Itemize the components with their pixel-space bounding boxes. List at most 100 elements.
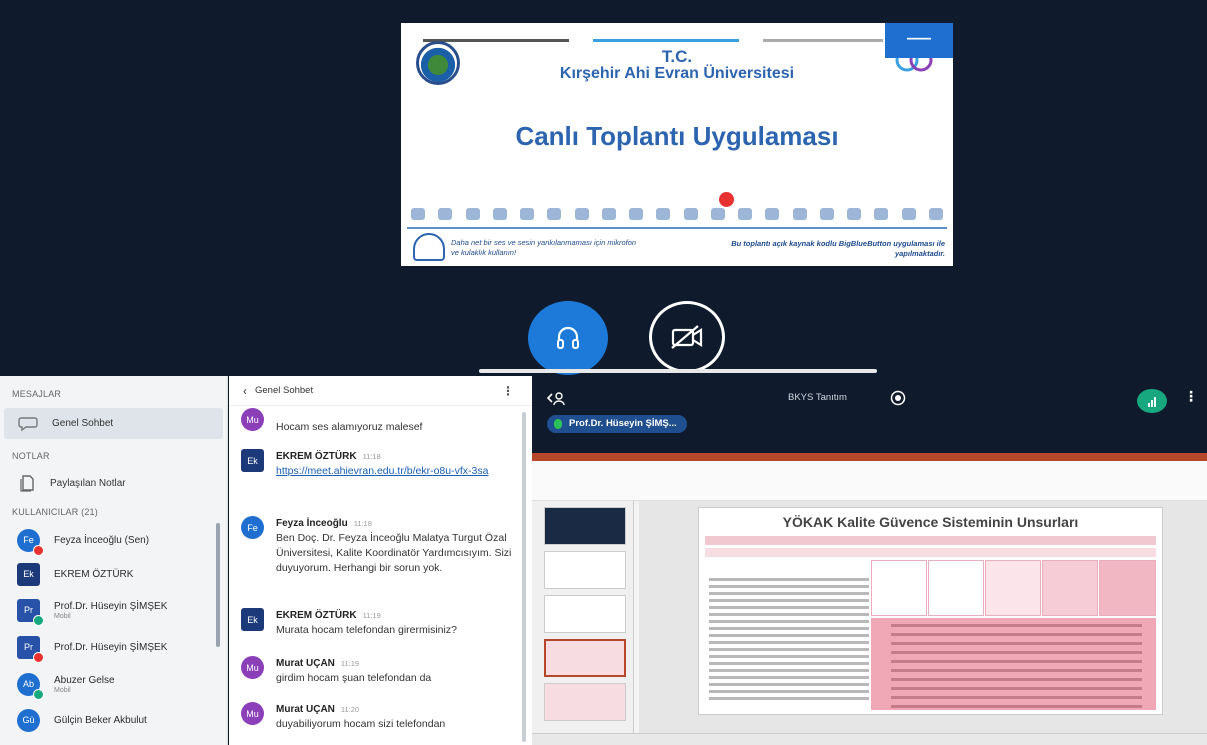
mic-muted-badge-icon [33, 544, 44, 556]
chat-scrollbar[interactable] [522, 412, 526, 742]
camera-off-icon [671, 325, 703, 349]
camera-off-button[interactable] [649, 301, 725, 373]
slide-topbar-mid [593, 39, 739, 42]
slide-deco-icon [520, 208, 534, 220]
ppt-col [1099, 560, 1156, 616]
signal-icon [1148, 397, 1156, 407]
message-time: 11:20 [340, 705, 360, 714]
user-list-sidebar: MESAJLAR Genel Sohbet NOTLAR Paylaşılan … [0, 376, 228, 745]
slide-deco-icon [683, 208, 698, 220]
stage-resize-handle[interactable] [479, 369, 877, 373]
slide-deco-icon [738, 208, 752, 220]
user-list-scrollbar[interactable] [216, 523, 220, 647]
chat-message: Ek EKREM ÖZTÜRK 11:19 Murata hocam telefo… [241, 608, 521, 638]
chat-options-button[interactable]: ⋮ [502, 384, 514, 398]
message-author: Feyza İnceoğlu [276, 518, 348, 529]
chat-panel: ‹ Genel Sohbet ⋮ Mu Hocam ses alamıyoruz… [229, 376, 532, 745]
user-name: Prof.Dr. Hüseyin ŞİMŞEK [54, 600, 168, 612]
connection-status-button[interactable] [1137, 389, 1167, 413]
slide-note-right: Bu toplantı açık kaynak kodlu BigBlueBut… [731, 239, 945, 258]
user-item[interactable]: Pr Prof.Dr. Hüseyin ŞİMŞEK Mobil [0, 591, 227, 629]
user-avatar: Gü [17, 708, 40, 732]
ppt-statusbar [532, 733, 1207, 745]
ppt-thumb-selected [544, 639, 626, 677]
chat-message: Mu Hocam ses alamıyoruz malesef [241, 408, 521, 435]
slide-note-left: Daha net bir ses ve sesin yankılanmaması… [451, 238, 637, 257]
ppt-highlight-box [871, 618, 1156, 710]
message-author: Murat UÇAN [276, 658, 335, 669]
message-author: Murat UÇAN [276, 704, 335, 715]
slide-deco-icon [629, 208, 643, 220]
message-text: girdim hocam şuan telefondan da [276, 672, 432, 684]
slide-icon-row [411, 208, 943, 224]
avatar-initials: Ek [23, 569, 34, 579]
recording-dot-icon [719, 192, 734, 207]
ppt-header-band [705, 536, 1156, 545]
slide-deco-icon [847, 208, 861, 220]
avatar-initials: Ab [22, 679, 34, 689]
ppt-col [871, 560, 927, 616]
ppt-thumb [544, 507, 626, 545]
slide-deco-icon [492, 208, 507, 220]
message-avatar: Ek [241, 449, 264, 472]
message-text: duyabiliyorum hocam sizi telefondan [276, 718, 446, 730]
ppt-thumb [544, 683, 626, 721]
user-name: Gülçin Beker Akbulut [54, 714, 147, 726]
user-avatar: Fe [17, 528, 44, 556]
shared-notes-label: Paylaşılan Notlar [50, 477, 126, 489]
user-item[interactable]: Ab Abuzer Gelse Mobil [0, 665, 227, 703]
meeting-link[interactable]: https://meet.ahievran.edu.tr/b/ekr-o8u-v… [276, 465, 488, 477]
message-time: 11:19 [362, 611, 381, 620]
audio-button[interactable] [528, 301, 608, 375]
mic-on-badge-icon [33, 614, 44, 626]
headset-mic-icon [413, 233, 445, 261]
avatar-initials: Fe [247, 522, 258, 533]
mic-on-badge-icon [33, 688, 44, 700]
message-time: 11:18 [353, 519, 372, 528]
presentation-stage: — T.C. Kırşehir Ahi Evran Üniversitesi C… [0, 0, 1207, 376]
slide-deco-icon [411, 208, 425, 220]
avatar-initials: Pr [24, 642, 33, 652]
user-item[interactable]: Gü Gülçin Beker Akbulut [0, 703, 227, 737]
message-author: EKREM ÖZTÜRK [276, 610, 357, 621]
slide-title: Canlı Toplantı Uygulaması [515, 121, 839, 151]
slide-deco-icon [574, 208, 589, 220]
slide-deco-icon [438, 208, 453, 220]
slide-deco-icon [901, 208, 916, 220]
recording-icon[interactable] [890, 390, 906, 406]
ppt-slide-title: YÖKAK Kalite Güvence Sisteminin Unsurlar… [782, 514, 1079, 530]
message-time: 11:19 [340, 659, 360, 668]
message-avatar: Mu [241, 656, 264, 679]
user-list-toggle-icon[interactable] [546, 390, 566, 406]
chat-back-button[interactable]: ‹ [243, 384, 247, 398]
ppt-slide: YÖKAK Kalite Güvence Sisteminin Unsurlar… [698, 507, 1163, 715]
message-author: EKREM ÖZTÜRK [276, 451, 357, 462]
avatar-initials: Gü [22, 715, 35, 725]
public-chat-label: Genel Sohbet [52, 418, 114, 429]
user-item[interactable]: Fe Feyza İnceoğlu (Sen) [0, 523, 227, 557]
public-chat-item[interactable]: Genel Sohbet [4, 408, 223, 439]
slide-deco-icon [792, 208, 807, 220]
shared-notes-item[interactable]: Paylaşılan Notlar [4, 469, 223, 497]
avatar-initials: Mu [246, 662, 259, 673]
screenshare-panel: BKYS Tanıtım ⋮ Prof.Dr. Hüseyin ŞİMŞ... [532, 376, 1207, 745]
ppt-thumb [544, 595, 626, 633]
chat-title: Genel Sohbet [255, 385, 314, 396]
message-avatar: Mu [241, 408, 264, 431]
user-item[interactable]: Pr Prof.Dr. Hüseyin ŞİMŞEK [0, 629, 227, 665]
options-menu-button[interactable]: ⋮ [1184, 388, 1198, 405]
user-item[interactable]: Ek EKREM ÖZTÜRK [0, 557, 227, 591]
slide-deco-icon [656, 208, 671, 220]
ppt-col [928, 560, 984, 616]
headphones-icon [557, 326, 579, 349]
user-avatar: Pr [17, 598, 44, 626]
ppt-thumb [544, 551, 626, 589]
meeting-title: BKYS Tanıtım [788, 392, 847, 403]
message-text: Hocam ses alamıyoruz malesef [276, 421, 423, 433]
user-device: Mobil [54, 612, 71, 620]
chat-message: Mu Murat UÇAN 11:19 girdim hocam şuan tel… [241, 656, 521, 686]
ppt-text-block [709, 578, 869, 710]
slide-divider [407, 227, 947, 229]
slide-topbar-right [763, 39, 883, 42]
avatar-initials: Ek [247, 614, 258, 625]
